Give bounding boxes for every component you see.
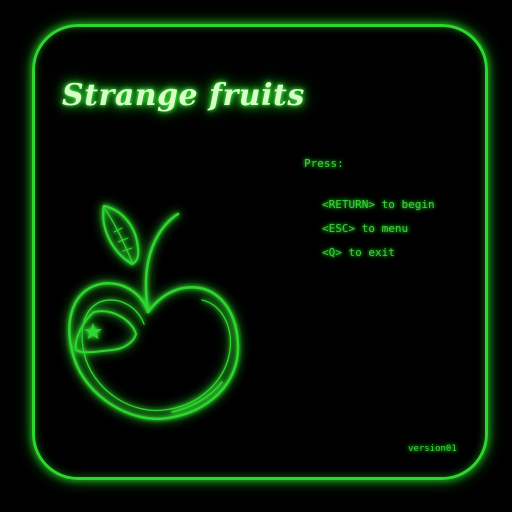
key-return-label: <RETURN>	[322, 198, 375, 211]
instruction-menu[interactable]: <ESC> to menu	[322, 222, 435, 246]
instruction-exit[interactable]: <Q> to exit	[322, 246, 435, 270]
action-exit-label: to exit	[348, 246, 395, 259]
action-menu-label: to menu	[361, 222, 409, 235]
game-title: Strange fruits	[62, 78, 305, 113]
action-begin-label: to begin	[381, 198, 435, 211]
apple-outline-icon	[68, 204, 240, 421]
title-screen: Strange fruits Press: <RETURN> to begin …	[0, 0, 512, 512]
key-esc-label: <ESC>	[322, 222, 356, 235]
key-q-label: <Q>	[322, 246, 342, 259]
press-prompt: Press:	[304, 157, 344, 170]
key-instructions: <RETURN> to begin <ESC> to menu <Q> to e…	[322, 198, 435, 270]
star-icon	[84, 323, 102, 340]
version-label: version01	[408, 444, 457, 454]
instruction-begin[interactable]: <RETURN> to begin	[322, 198, 435, 222]
